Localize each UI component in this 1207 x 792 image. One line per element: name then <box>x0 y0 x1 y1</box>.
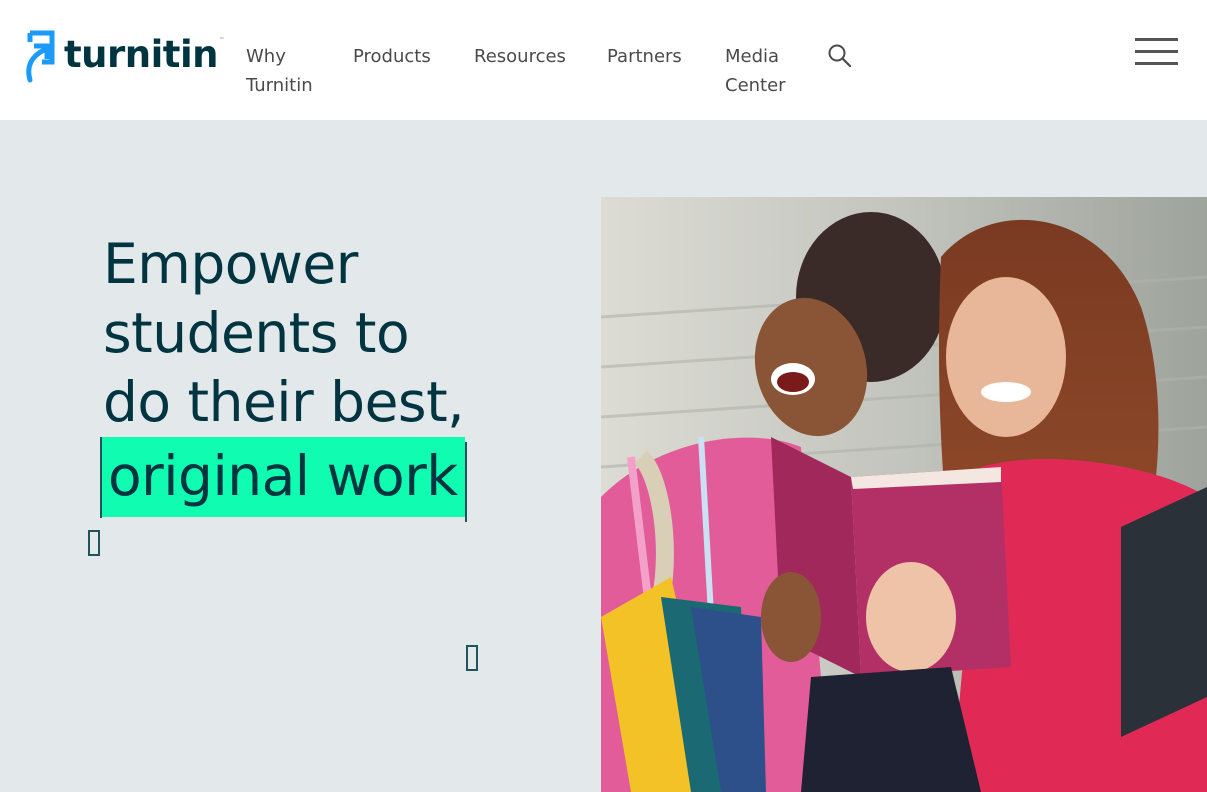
turnitin-logo[interactable]: turnitin ™ <box>22 30 224 84</box>
highlighted-text: original work <box>108 444 458 508</box>
hamburger-menu-button[interactable] <box>1134 36 1180 70</box>
site-header: turnitin ™ Why Turnitin Products Resourc… <box>0 0 1207 120</box>
nav-media-center[interactable]: Media Center <box>725 42 786 100</box>
trademark: ™ <box>219 36 225 43</box>
nav-why-turnitin[interactable]: Why Turnitin <box>246 42 313 100</box>
nav-partners[interactable]: Partners <box>607 42 682 71</box>
menu-bar <box>1135 62 1178 65</box>
logo-wordmark: turnitin ™ <box>64 32 224 76</box>
selection-handle-start[interactable] <box>88 530 100 556</box>
menu-bar <box>1135 50 1178 53</box>
headline-line: do their best, <box>103 370 465 434</box>
selection-caret-start <box>100 437 102 518</box>
nav-products[interactable]: Products <box>353 42 431 71</box>
nav-label: Products <box>353 46 431 67</box>
nav-label: Center <box>725 75 786 96</box>
selection-handle-end[interactable] <box>466 645 478 671</box>
hero-image <box>601 197 1207 792</box>
menu-bar <box>1135 38 1178 41</box>
nav-label: Partners <box>607 46 682 67</box>
search-button[interactable] <box>826 42 854 70</box>
nav-label: Media <box>725 46 780 67</box>
selection-caret-end <box>465 442 467 522</box>
hero-headline: Empower students to do their best, <box>103 230 465 437</box>
turnitin-arrow-icon <box>22 30 58 84</box>
nav-resources[interactable]: Resources <box>474 42 566 71</box>
highlighted-phrase[interactable]: original work <box>100 437 467 518</box>
nav-label: Resources <box>474 46 566 67</box>
logo-text: turnitin <box>64 32 219 76</box>
nav-label: Why <box>246 46 286 67</box>
headline-line: students to <box>103 301 410 365</box>
nav-label: Turnitin <box>246 75 313 96</box>
headline-line: Empower <box>103 232 358 296</box>
search-icon <box>826 44 854 73</box>
